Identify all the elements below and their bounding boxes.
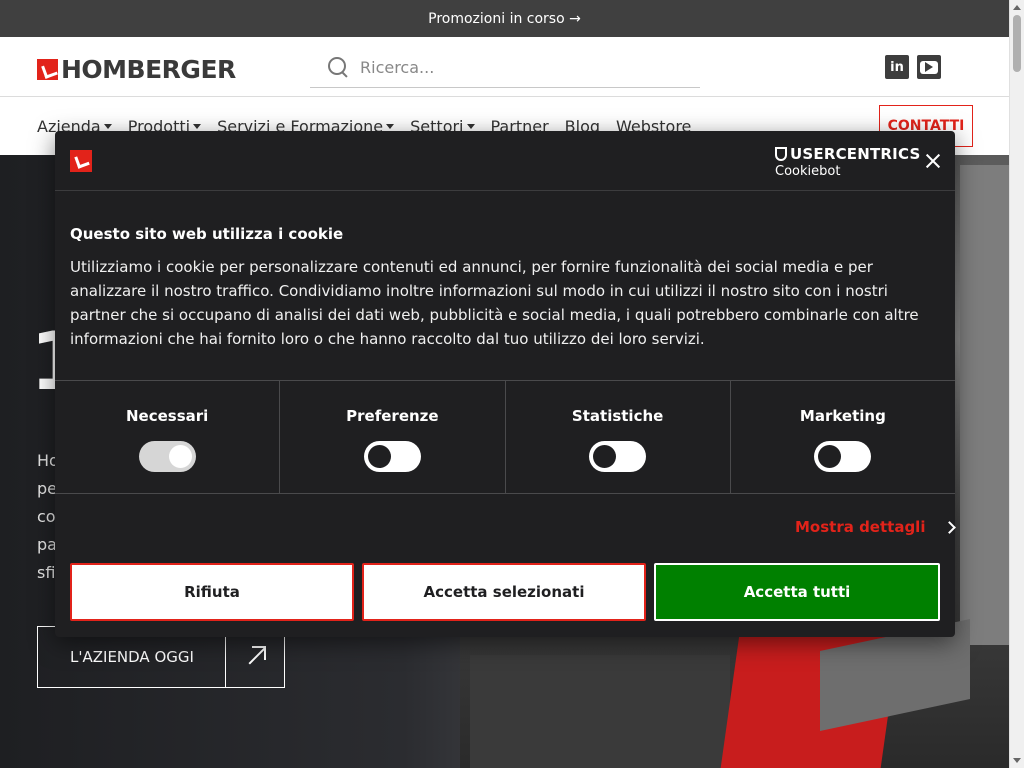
shield-icon: [775, 147, 787, 161]
search-icon[interactable]: [328, 57, 348, 77]
cookie-consent-dialog: USERCENTRICS Cookiebot Questo sito web u…: [55, 131, 957, 637]
hero-storefront: [470, 655, 730, 768]
switch-label: Necessari: [125, 407, 209, 425]
caret-down-icon: [386, 124, 395, 129]
switch-marketing: Marketing: [731, 381, 955, 493]
show-details-label: Mostra dettagli: [795, 518, 926, 536]
caret-down-icon: [466, 124, 475, 129]
search-bar[interactable]: [310, 47, 700, 88]
scroll-down-icon[interactable]: [1013, 758, 1021, 763]
toggle-knob: [367, 445, 391, 468]
play-icon: [925, 62, 933, 72]
logo-mark-icon: [37, 59, 58, 80]
logo-text: HOMBERGER: [61, 55, 236, 84]
search-input[interactable]: [360, 57, 680, 77]
accept-all-button[interactable]: Accetta tutti: [654, 563, 940, 621]
chevron-right-icon: [943, 520, 957, 534]
switch-necessari: Necessari: [55, 381, 281, 493]
switch-label: Statistiche: [571, 407, 664, 425]
close-icon[interactable]: [923, 151, 943, 171]
deny-button[interactable]: Rifiuta: [70, 563, 354, 621]
cookie-dialog-header: USERCENTRICS Cookiebot: [55, 131, 955, 191]
scroll-thumb[interactable]: [1013, 15, 1021, 72]
cookie-title: Questo sito web utilizza i cookie: [70, 225, 344, 243]
cookiebot-label: Cookiebot: [775, 164, 841, 179]
consent-switches: Necessari Preferenze Statistiche Marketi…: [55, 380, 955, 494]
scroll-up-icon[interactable]: [1013, 5, 1021, 10]
toggle-statistiche[interactable]: [589, 441, 647, 472]
toggle-marketing[interactable]: [814, 441, 872, 472]
youtube-box: [920, 60, 938, 74]
usercentrics-label: USERCENTRICS: [790, 145, 921, 163]
page-scrollbar[interactable]: [1009, 0, 1024, 768]
usercentrics-wordmark: USERCENTRICS: [775, 145, 920, 163]
switch-preferenze: Preferenze: [280, 381, 506, 493]
youtube-icon[interactable]: [917, 55, 941, 79]
switch-label: Marketing: [799, 407, 886, 425]
azienda-oggi-label: L'AZIENDA OGGI: [70, 648, 194, 666]
homberger-logo-icon: [70, 150, 92, 172]
usercentrics-brand: USERCENTRICS Cookiebot: [775, 145, 920, 179]
toggle-knob: [593, 445, 617, 468]
homberger-logo[interactable]: HOMBERGER: [37, 55, 236, 84]
linkedin-icon[interactable]: in: [885, 55, 909, 79]
show-details-link[interactable]: Mostra dettagli: [795, 518, 957, 536]
promo-link[interactable]: Promozioni in corso →: [428, 11, 581, 27]
caret-down-icon: [103, 124, 112, 129]
toggle-preferenze[interactable]: [363, 441, 421, 472]
linkedin-label: in: [890, 59, 904, 75]
toggle-knob: [818, 445, 842, 468]
cookie-description: Utilizziamo i cookie per personalizzare …: [70, 258, 919, 348]
toggle-knob: [168, 445, 192, 468]
toggle-necessari[interactable]: [138, 441, 196, 472]
promo-bar[interactable]: Promozioni in corso →: [0, 0, 1009, 37]
accept-selected-button[interactable]: Accetta selezionati: [362, 563, 646, 621]
hero-building: [960, 165, 1009, 645]
switch-label: Preferenze: [346, 407, 439, 425]
caret-down-icon: [193, 124, 202, 129]
switch-statistiche: Statistiche: [506, 381, 731, 493]
site-header: HOMBERGER in: [0, 37, 1009, 97]
